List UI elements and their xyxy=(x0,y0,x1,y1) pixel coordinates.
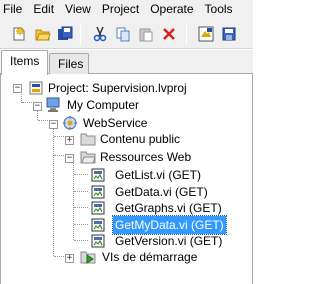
tree-item-startup-vis[interactable]: VIs de démarrage xyxy=(1,248,254,266)
project-icon xyxy=(28,80,44,96)
tree-item-contenu-public[interactable]: Contenu public xyxy=(1,130,254,148)
tree-label-vi: GetGraphs.vi (GET) xyxy=(115,201,222,215)
vi-icon xyxy=(90,200,106,216)
open-icon[interactable] xyxy=(33,24,53,44)
tree-label-vi: GetList.vi (GET) xyxy=(115,168,202,182)
paste-icon[interactable] xyxy=(136,24,156,44)
vi-icon xyxy=(90,233,106,249)
menu-project[interactable]: Project xyxy=(97,0,145,19)
tree-label-ressources: Ressources Web xyxy=(100,150,192,164)
save-all-icon[interactable] xyxy=(55,24,75,44)
tree-label-computer: My Computer xyxy=(67,98,140,112)
delete-icon[interactable] xyxy=(159,24,179,44)
tree-item-ressources-web[interactable]: Ressources Web xyxy=(1,148,254,166)
menu-view[interactable]: View xyxy=(60,0,97,19)
menu-bar: File Edit View Project Operate Tools xyxy=(0,0,253,19)
project-tree: − Project: Supervision.lvproj − My Compu… xyxy=(0,74,253,284)
vi-icon xyxy=(90,217,106,233)
tree-item-vi[interactable]: GetGraphs.vi (GET) xyxy=(1,199,254,217)
computer-icon xyxy=(45,97,61,113)
menu-edit[interactable]: Edit xyxy=(28,0,60,19)
tree-item-vi[interactable]: GetList.vi (GET) xyxy=(1,166,254,184)
tab-files[interactable]: Files xyxy=(49,53,89,74)
copy-icon[interactable] xyxy=(113,24,133,44)
tree-label-contenu: Contenu public xyxy=(100,132,181,146)
build-icon[interactable] xyxy=(196,24,216,44)
tab-strip: Items Files xyxy=(0,50,253,75)
save-icon[interactable] xyxy=(219,24,239,44)
toolbar xyxy=(0,19,253,49)
webservice-icon xyxy=(62,115,78,131)
menu-file[interactable]: File xyxy=(0,0,28,19)
tree-item-my-computer[interactable]: My Computer xyxy=(1,96,254,114)
startup-folder-icon xyxy=(80,249,96,265)
menu-operate[interactable]: Operate xyxy=(145,0,199,19)
new-icon[interactable] xyxy=(9,24,29,44)
vi-icon xyxy=(90,184,106,200)
folder-icon xyxy=(80,131,96,147)
tree-label-startup: VIs de démarrage xyxy=(102,250,198,264)
vi-icon xyxy=(90,167,106,183)
tree-label-project: Project: Supervision.lvproj xyxy=(48,81,187,95)
tree-item-project[interactable]: Project: Supervision.lvproj xyxy=(1,79,254,97)
menu-tools[interactable]: Tools xyxy=(200,0,239,19)
tab-items[interactable]: Items xyxy=(1,50,48,75)
folder-open-icon xyxy=(80,149,96,165)
cut-icon[interactable] xyxy=(90,24,110,44)
